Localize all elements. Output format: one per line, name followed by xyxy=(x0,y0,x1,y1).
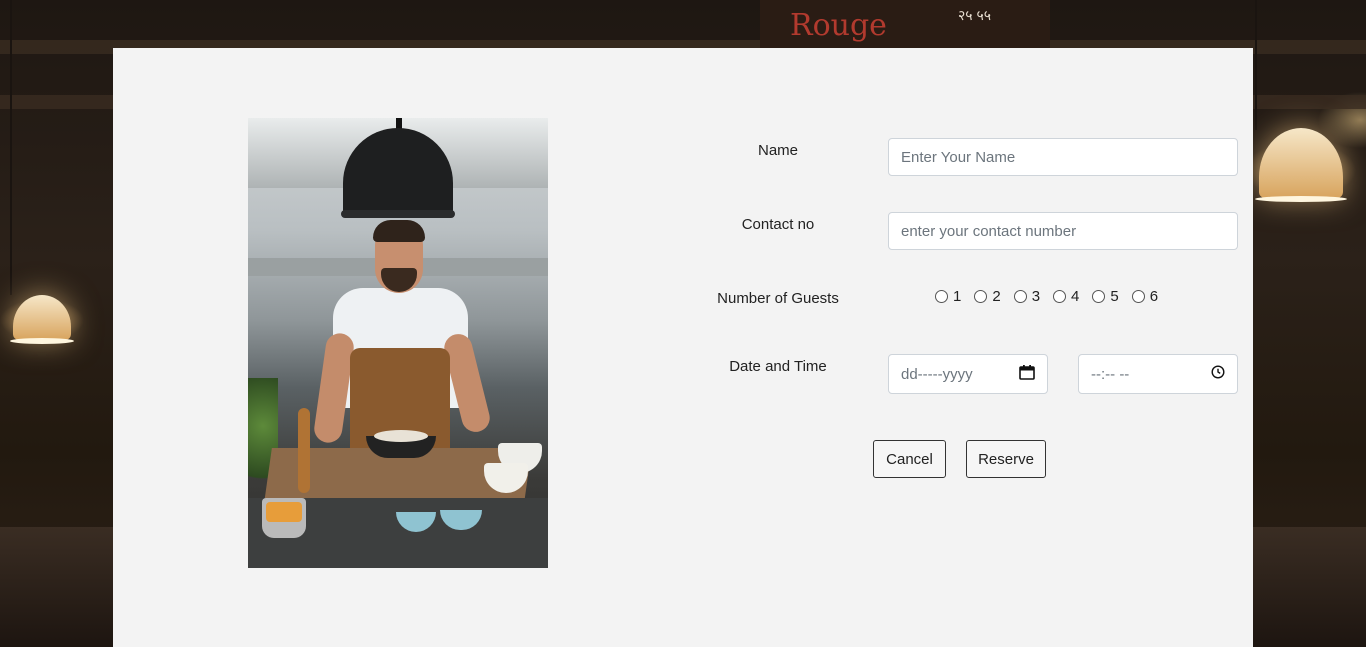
radio-button[interactable] xyxy=(1013,290,1027,303)
guests-option-label: 6 xyxy=(1149,288,1159,305)
date-placeholder: dd-----yyyy xyxy=(901,365,973,383)
guests-option-label: 5 xyxy=(1110,288,1119,305)
radio-button[interactable] xyxy=(1131,290,1145,303)
guests-option-4[interactable]: 4 xyxy=(1053,288,1079,305)
guests-option-label: 1 xyxy=(953,288,962,305)
calendar-icon[interactable] xyxy=(1019,364,1035,384)
guests-option-5[interactable]: 5 xyxy=(1092,288,1119,305)
radio-button[interactable] xyxy=(1092,290,1106,303)
contact-label: Contact no xyxy=(741,216,815,233)
reservation-card: Name Contact no Number of Guests 1 2 3 4… xyxy=(113,48,1253,647)
reserve-button[interactable]: Reserve xyxy=(966,440,1046,478)
clock-icon[interactable] xyxy=(1211,365,1225,383)
menu-board-note: २५ ५५ xyxy=(958,7,992,23)
guests-option-1[interactable]: 1 xyxy=(935,288,961,305)
guests-radio-group: 1 2 3 4 5 6 xyxy=(935,288,1171,305)
guests-option-2[interactable]: 2 xyxy=(974,288,1001,305)
guests-label: Number of Guests xyxy=(717,290,839,307)
radio-button[interactable] xyxy=(974,290,988,303)
menu-board-text: Rouge xyxy=(790,8,887,43)
dining-tables-right xyxy=(1253,527,1366,647)
chef-photo xyxy=(248,118,548,568)
datetime-label: Date and Time xyxy=(729,358,827,375)
radio-button[interactable] xyxy=(935,290,948,303)
cancel-button[interactable]: Cancel xyxy=(873,440,946,478)
guests-option-label: 4 xyxy=(1071,288,1080,305)
date-input[interactable]: dd-----yyyy xyxy=(888,354,1048,394)
guests-option-label: 3 xyxy=(1031,288,1041,305)
guests-option-label: 2 xyxy=(992,288,1001,305)
guests-option-6[interactable]: 6 xyxy=(1131,288,1159,305)
contact-input[interactable] xyxy=(888,212,1238,250)
dining-tables-left xyxy=(0,527,113,647)
name-input[interactable] xyxy=(888,138,1238,176)
name-label: Name xyxy=(757,142,798,159)
radio-button[interactable] xyxy=(1053,290,1067,303)
time-input[interactable]: --:-- -- xyxy=(1078,354,1238,394)
guests-option-3[interactable]: 3 xyxy=(1013,288,1041,305)
time-placeholder: --:-- -- xyxy=(1091,365,1130,383)
